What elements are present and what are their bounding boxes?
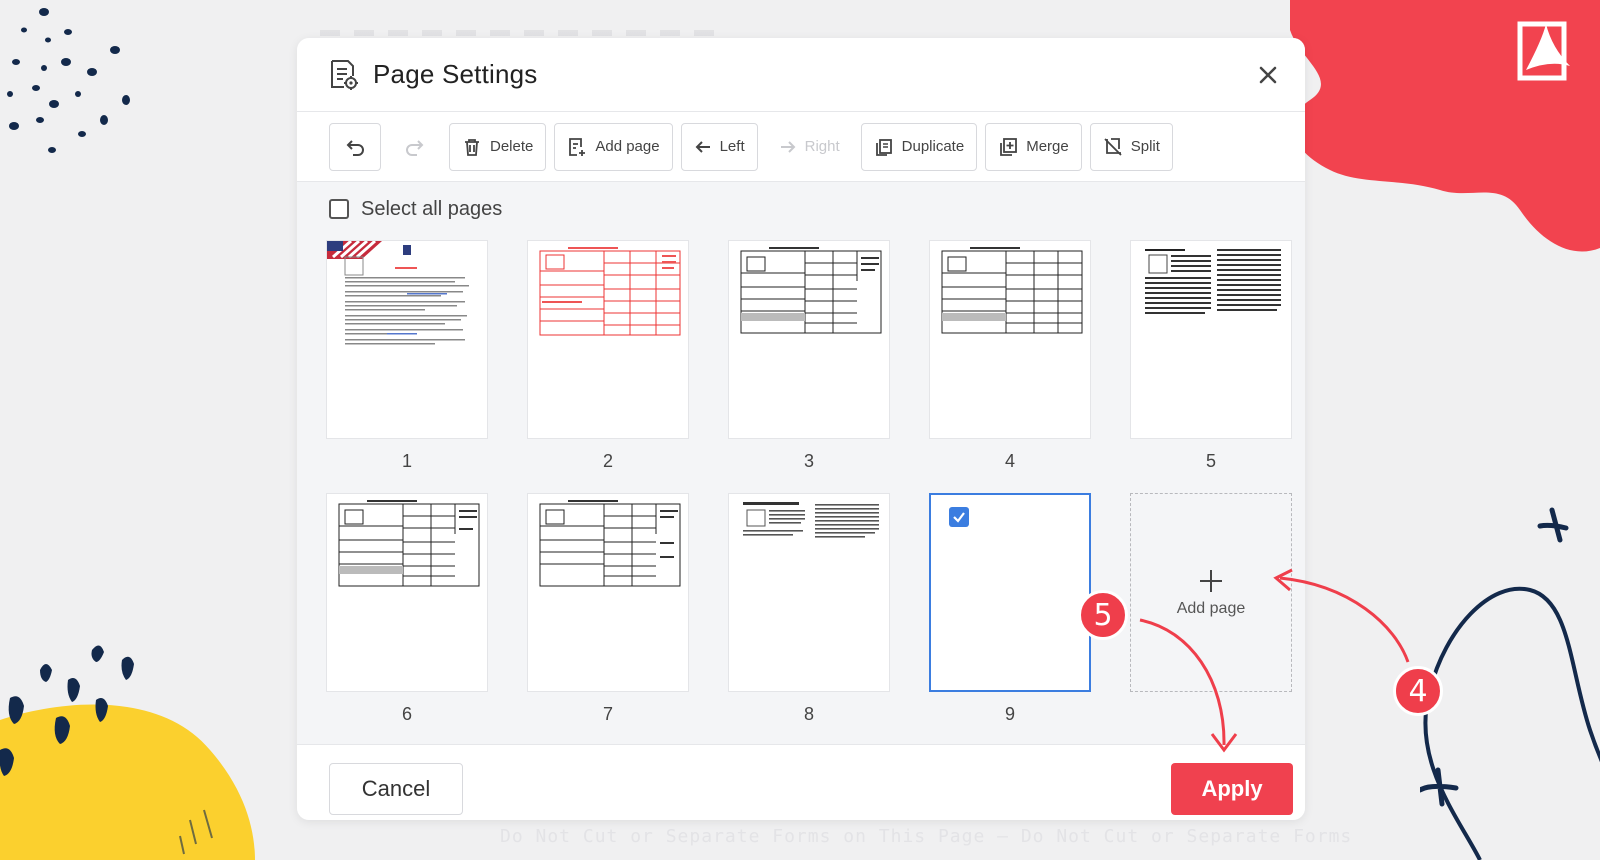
arrow-to-add-page bbox=[1279, 576, 1410, 663]
arrow-to-apply bbox=[1139, 618, 1226, 746]
step-4-badge: 4 bbox=[1393, 666, 1443, 716]
annotation-arrows bbox=[1139, 568, 1410, 753]
step-5-badge: 5 bbox=[1078, 590, 1128, 640]
